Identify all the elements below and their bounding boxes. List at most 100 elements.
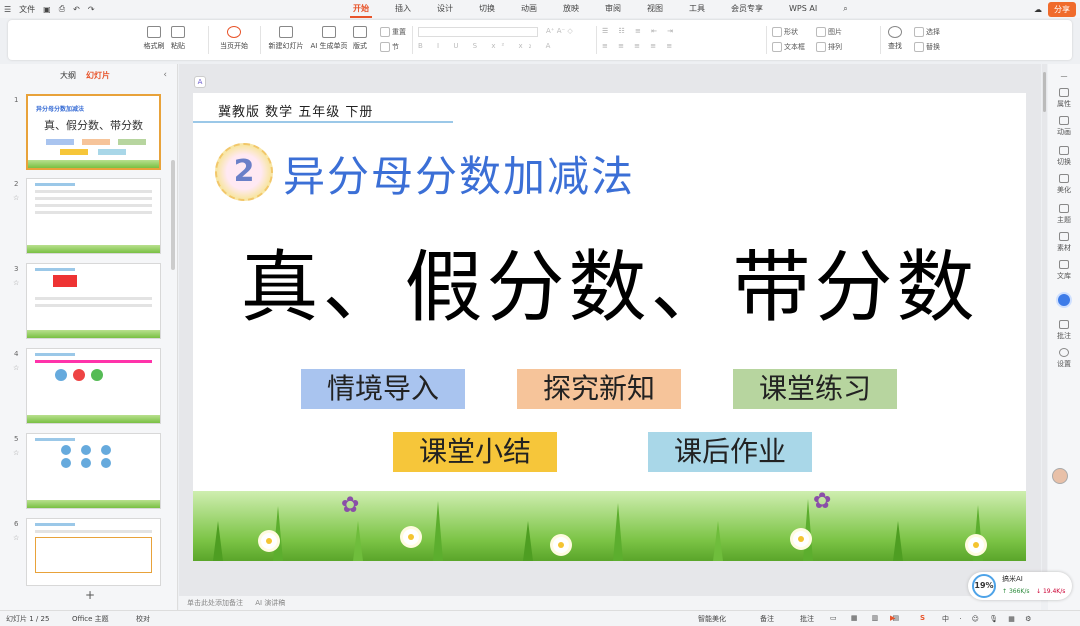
- paragraph-icons[interactable]: ☰ ☷ ≡ ⇤ ⇥: [602, 27, 677, 35]
- theme-label[interactable]: Office 主题: [72, 614, 109, 624]
- tab-slideshow[interactable]: 放映: [550, 0, 592, 18]
- sidebar-item-library[interactable]: 文库: [1048, 260, 1080, 281]
- sidebar-item-material[interactable]: 素材: [1048, 232, 1080, 253]
- slide-number: 4: [14, 350, 19, 358]
- tab-review[interactable]: 审阅: [592, 0, 634, 18]
- butterfly-icon: ✿: [813, 489, 832, 514]
- notes-placeholder[interactable]: 单击此处添加备注: [187, 599, 243, 607]
- tab-home[interactable]: 开始: [340, 0, 382, 18]
- tab-member[interactable]: 会员专享: [718, 0, 776, 18]
- tab-slides[interactable]: 幻灯片: [86, 70, 110, 81]
- notes-bar[interactable]: 单击此处添加备注 AI 演讲稿: [179, 596, 1041, 610]
- right-sidebar: — 属性 动画 切换 美化 主题 素材 文库 批注 设置: [1048, 64, 1080, 610]
- star-icon[interactable]: ☆: [13, 534, 19, 542]
- slide-thumbnail[interactable]: [26, 348, 161, 424]
- slide-canvas[interactable]: 冀教版 数学 五年级 下册 2 异分母分数加减法 真、假分数、带分数 情境导入 …: [193, 93, 1026, 561]
- picture-button[interactable]: 图片: [816, 27, 842, 37]
- ai-generate-button[interactable]: AI 生成单页: [308, 26, 350, 51]
- ime-icons[interactable]: 中 · ☺ 🎙 ▦ ⚙: [942, 614, 1035, 624]
- section-button-homework[interactable]: 课后作业: [648, 432, 812, 472]
- new-slide-button[interactable]: 新建幻灯片: [262, 26, 310, 51]
- tab-design[interactable]: 设计: [424, 0, 466, 18]
- textbox-button[interactable]: 文本框: [772, 42, 805, 52]
- collapse-icon[interactable]: ‹: [163, 70, 167, 80]
- flower-icon: [793, 531, 809, 547]
- star-icon[interactable]: ☆: [13, 194, 19, 202]
- slide-subtitle: 异分母分数加减法: [283, 152, 636, 201]
- play-from-current-button[interactable]: 当页开始: [212, 26, 256, 51]
- redo-icon[interactable]: ↷: [88, 5, 95, 14]
- sidebar-item-comment[interactable]: 批注: [1048, 320, 1080, 341]
- tab-view[interactable]: 视图: [634, 0, 676, 18]
- share-button[interactable]: 分享: [1048, 2, 1076, 17]
- slide-thumbnail-pane: 大纲 幻灯片 ‹ 1 异分母分数加减法 真、假分数、带分数 2 ☆ 3 ☆ 4 …: [0, 64, 178, 610]
- tab-insert[interactable]: 插入: [382, 0, 424, 18]
- print-icon[interactable]: ⎙: [59, 4, 65, 14]
- font-size-icons[interactable]: A⁺ A⁻ ◇: [546, 27, 573, 35]
- wps-s-icon[interactable]: S: [920, 614, 925, 622]
- select-button[interactable]: 选择: [914, 27, 940, 37]
- sidebar-item-animation[interactable]: 动画: [1048, 116, 1080, 137]
- slide-thumbnail[interactable]: [26, 178, 161, 254]
- upload-speed: ↑ 366K/s: [1002, 588, 1030, 595]
- font-style-icons[interactable]: B I U S x² x₂ A: [418, 42, 556, 50]
- notes-button[interactable]: 备注: [760, 614, 774, 624]
- ai-script-button[interactable]: AI 演讲稿: [255, 599, 285, 607]
- tab-wps-ai[interactable]: WPS AI: [776, 0, 830, 18]
- sidebar-item-beautify[interactable]: 美化: [1048, 174, 1080, 195]
- sidebar-item-properties[interactable]: 属性: [1048, 88, 1080, 109]
- scrollbar-thumb[interactable]: [1043, 72, 1046, 112]
- add-slide-icon[interactable]: +: [85, 588, 95, 602]
- section-button-summary[interactable]: 课堂小结: [393, 432, 557, 472]
- star-icon[interactable]: ☆: [13, 364, 19, 372]
- reset-button[interactable]: 重置: [380, 27, 406, 37]
- flower-icon: [968, 537, 984, 553]
- smart-beautify-button[interactable]: 智能美化: [698, 614, 726, 624]
- flower-icon: [553, 537, 569, 553]
- font-name-select[interactable]: [418, 27, 538, 37]
- section-button-intro[interactable]: 情境导入: [301, 369, 465, 409]
- ai-assistant-icon[interactable]: [1048, 292, 1080, 308]
- paste-button[interactable]: 粘贴: [158, 26, 198, 51]
- undo-icon[interactable]: ↶: [73, 5, 80, 14]
- ribbon-tabs: 开始 插入 设计 切换 动画 放映 审阅 视图 工具 会员专享 WPS AI ⌕: [340, 0, 861, 18]
- slide-thumbnail[interactable]: [26, 263, 161, 339]
- minimize-icon[interactable]: —: [1048, 72, 1080, 80]
- arrange-button[interactable]: 排列: [816, 42, 842, 52]
- align-icons[interactable]: ≡ ≡ ≡ ≡ ≡: [602, 42, 676, 50]
- slide-thumbnail[interactable]: [26, 518, 161, 586]
- replace-button[interactable]: 替换: [914, 42, 940, 52]
- file-menu[interactable]: 文件: [19, 4, 35, 15]
- shape-button[interactable]: 形状: [772, 27, 798, 37]
- cloud-icon[interactable]: ☁: [1034, 5, 1042, 14]
- thumbnail-scrollbar[interactable]: [171, 160, 175, 270]
- star-icon[interactable]: ☆: [13, 449, 19, 457]
- menu-icon[interactable]: ☰: [4, 5, 11, 14]
- section-button-practice[interactable]: 课堂练习: [733, 369, 897, 409]
- sidebar-item-transition[interactable]: 切换: [1048, 146, 1080, 167]
- comment-button[interactable]: 批注: [800, 614, 814, 624]
- save-icon[interactable]: ▣: [43, 5, 51, 14]
- wps-ai-icon[interactable]: A: [194, 76, 206, 88]
- ai-speed-widget[interactable]: 19% 搞米AI ↑ 366K/s ↓ 19.4K/s: [968, 572, 1072, 600]
- search-icon[interactable]: ⌕: [830, 0, 860, 18]
- section-button[interactable]: 节: [380, 42, 399, 52]
- proofing-button[interactable]: 校对: [136, 614, 150, 624]
- tab-outline[interactable]: 大纲: [60, 70, 76, 81]
- play-icon[interactable]: ▶: [890, 614, 895, 622]
- canvas-scrollbar[interactable]: [1042, 64, 1047, 596]
- butterfly-icon: ✿: [341, 493, 360, 518]
- star-icon[interactable]: ☆: [13, 279, 19, 287]
- section-button-explore[interactable]: 探究新知: [517, 369, 681, 409]
- layout-button[interactable]: 版式: [348, 26, 372, 51]
- tab-transition[interactable]: 切换: [466, 0, 508, 18]
- tab-tools[interactable]: 工具: [676, 0, 718, 18]
- find-button[interactable]: 查找: [882, 26, 908, 51]
- slide-number: 3: [14, 265, 19, 273]
- avatar[interactable]: [1052, 468, 1068, 484]
- slide-thumbnail[interactable]: 异分母分数加减法 真、假分数、带分数: [26, 94, 161, 170]
- sidebar-item-theme[interactable]: 主题: [1048, 204, 1080, 225]
- sidebar-item-settings[interactable]: 设置: [1048, 348, 1080, 369]
- tab-animation[interactable]: 动画: [508, 0, 550, 18]
- slide-thumbnail[interactable]: [26, 433, 161, 509]
